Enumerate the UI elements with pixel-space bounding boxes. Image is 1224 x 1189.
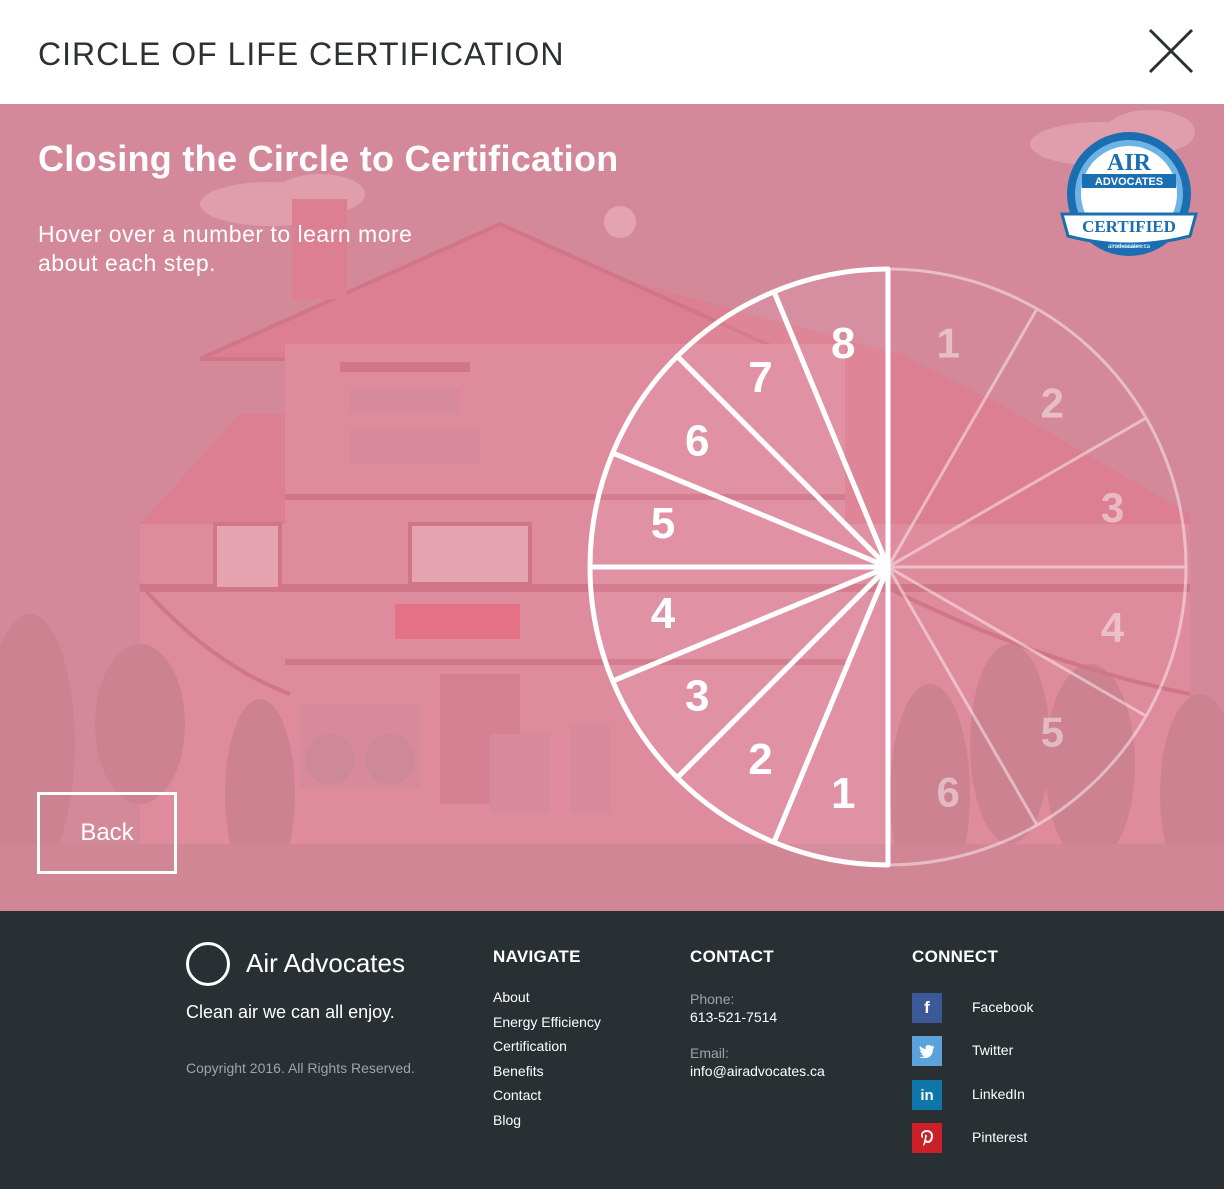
- wheel-inactive-step-6[interactable]: 6: [936, 769, 959, 816]
- phone-value[interactable]: 613-521-7514: [690, 1009, 777, 1025]
- header: CIRCLE OF LIFE CERTIFICATION: [0, 0, 1224, 104]
- social-label: Pinterest: [972, 1129, 1028, 1145]
- email-value[interactable]: info@airadvocates.ca: [690, 1063, 825, 1079]
- hero-section: AIR ADVOCATES CERTIFIED airadvocates.ca …: [0, 104, 1224, 911]
- badge-line1: AIR: [1107, 150, 1152, 176]
- brand-tagline: Clean air we can all enjoy.: [186, 1002, 395, 1022]
- wheel-inactive-step-4[interactable]: 4: [1101, 604, 1125, 651]
- nav-link-certification[interactable]: Certification: [493, 1038, 601, 1063]
- contact-heading: CONTACT: [690, 947, 774, 966]
- phone-label: Phone:: [690, 991, 735, 1007]
- close-button[interactable]: [1146, 26, 1196, 76]
- email-label: Email:: [690, 1045, 729, 1061]
- badge-line2: ADVOCATES: [1095, 176, 1163, 188]
- social-link-facebook[interactable]: f Facebook: [912, 993, 1112, 1023]
- navigate-list: About Energy Efficiency Certification Be…: [493, 989, 601, 1136]
- wheel-step-4[interactable]: 4: [651, 589, 676, 638]
- twitter-icon[interactable]: [912, 1036, 942, 1066]
- social-label: LinkedIn: [972, 1086, 1025, 1102]
- hero-instructions: Hover over a number to learn more about …: [38, 221, 413, 276]
- nav-link-about[interactable]: About: [493, 989, 601, 1014]
- back-button[interactable]: Back: [37, 792, 177, 874]
- brand-name: Air Advocates: [246, 948, 405, 978]
- page-title: CIRCLE OF LIFE CERTIFICATION: [38, 36, 565, 72]
- footer: Air Advocates Clean air we can all enjoy…: [0, 911, 1224, 1189]
- wheel-inactive-step-3[interactable]: 3: [1101, 484, 1124, 531]
- wheel-step-7[interactable]: 7: [748, 353, 772, 402]
- social-label: Facebook: [972, 999, 1034, 1015]
- linkedin-icon[interactable]: in: [912, 1080, 942, 1110]
- badge-url: airadvocates.ca: [1108, 244, 1151, 250]
- wheel-step-8[interactable]: 8: [831, 319, 855, 368]
- social-link-twitter[interactable]: Twitter: [912, 1036, 1112, 1066]
- navigate-heading: NAVIGATE: [493, 947, 581, 966]
- social-label: Twitter: [972, 1042, 1014, 1058]
- wheel-inactive-step-5[interactable]: 5: [1041, 708, 1064, 755]
- wheel-step-1[interactable]: 1: [831, 769, 855, 818]
- nav-link-blog[interactable]: Blog: [493, 1112, 601, 1137]
- brand-logo-icon: [186, 942, 230, 986]
- pinterest-icon[interactable]: [912, 1123, 942, 1153]
- wheel-step-6[interactable]: 6: [685, 417, 709, 466]
- badge-ribbon: CERTIFIED: [1082, 217, 1176, 236]
- wheel-inactive-step-1[interactable]: 1: [936, 319, 959, 366]
- nav-link-contact[interactable]: Contact: [493, 1087, 601, 1112]
- nav-link-benefits[interactable]: Benefits: [493, 1063, 601, 1088]
- close-icon[interactable]: [1146, 26, 1196, 76]
- facebook-icon[interactable]: f: [912, 993, 942, 1023]
- hero-title: Closing the Circle to Certification: [38, 138, 619, 179]
- wheel-inactive-step-2[interactable]: 2: [1041, 380, 1064, 427]
- wheel-step-2[interactable]: 2: [748, 735, 772, 784]
- wheel-step-5[interactable]: 5: [651, 499, 675, 548]
- nav-link-energy-efficiency[interactable]: Energy Efficiency: [493, 1014, 601, 1039]
- social-link-linkedin[interactable]: in LinkedIn: [912, 1080, 1112, 1110]
- social-link-pinterest[interactable]: Pinterest: [912, 1123, 1112, 1153]
- wheel-step-3[interactable]: 3: [685, 671, 709, 720]
- copyright: Copyright 2016. All Rights Reserved.: [186, 1060, 415, 1076]
- connect-heading: CONNECT: [912, 947, 999, 966]
